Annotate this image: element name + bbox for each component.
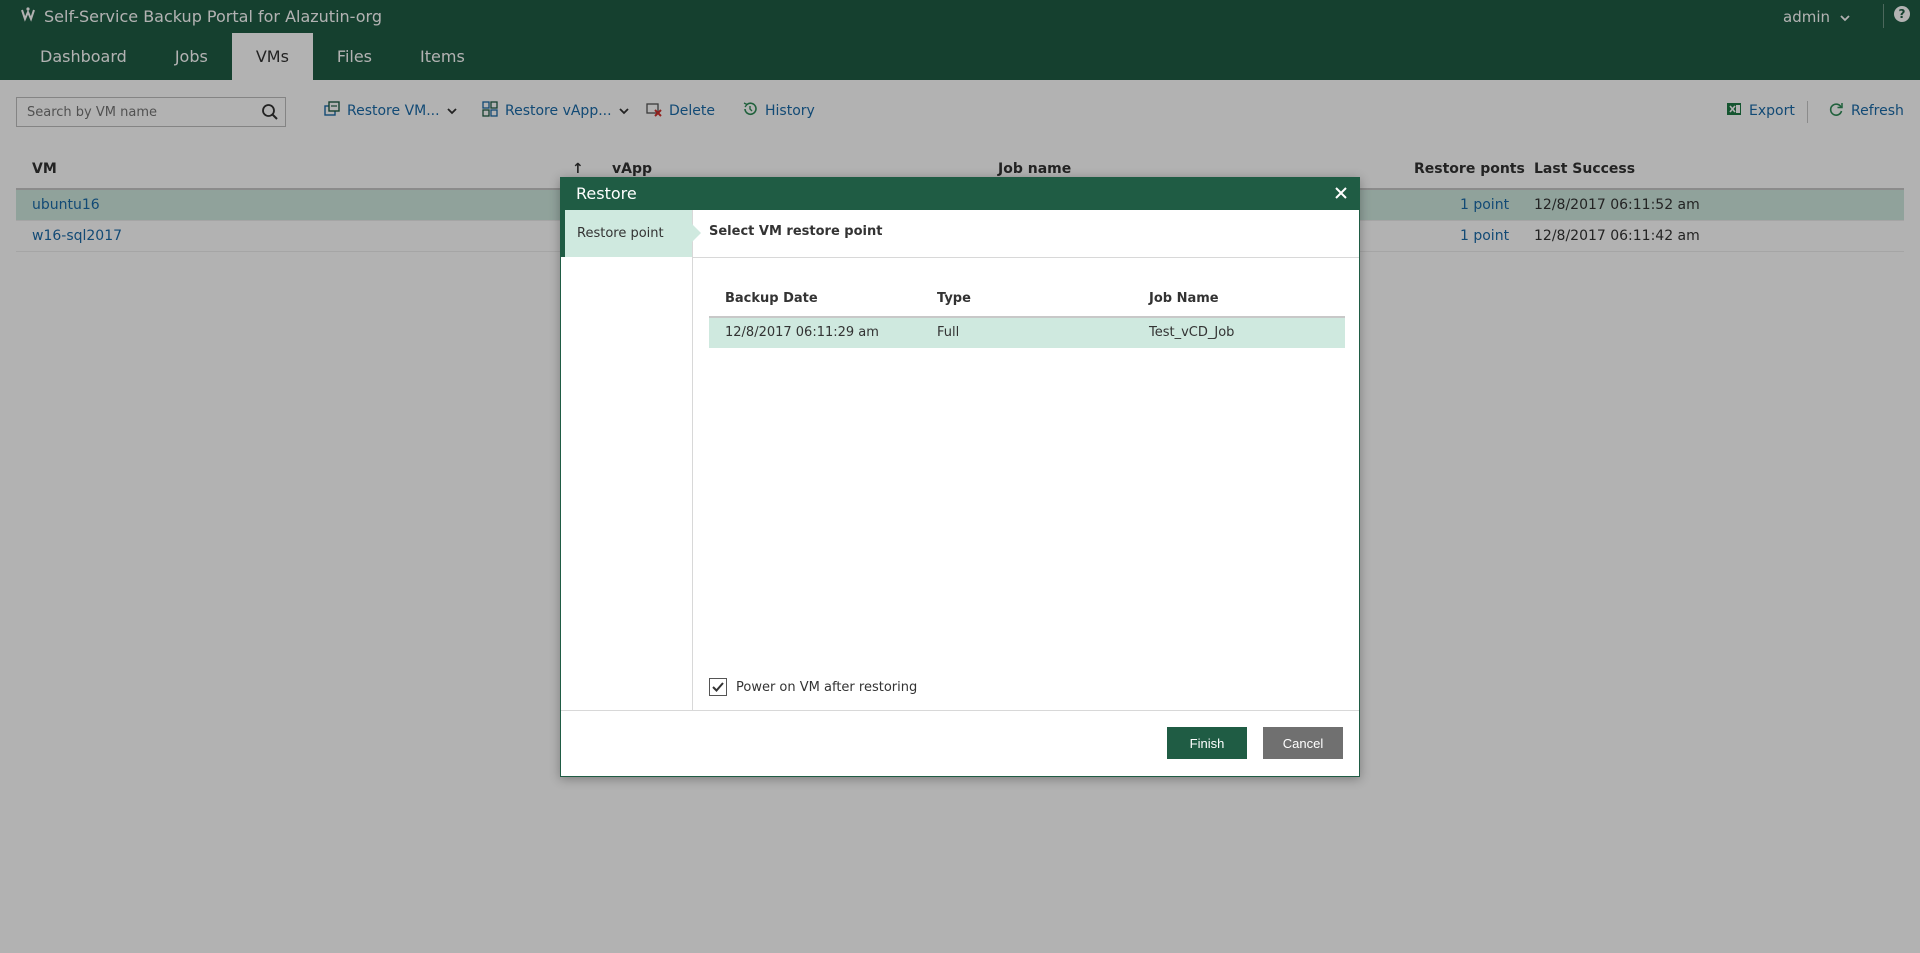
- job-name-cell: Test_vCD_Job: [1149, 325, 1235, 340]
- col-backup-date[interactable]: Backup Date: [725, 291, 818, 306]
- col-job-name[interactable]: Job Name: [1149, 291, 1219, 306]
- backup-date-cell: 12/8/2017 06:11:29 am: [725, 325, 879, 340]
- finish-button[interactable]: Finish: [1167, 727, 1247, 759]
- restore-point-header: Backup Date Type Job Name: [709, 282, 1345, 318]
- step-subtitle: Select VM restore point: [709, 224, 883, 239]
- wizard-steps: Restore point: [561, 210, 701, 710]
- power-on-label: Power on VM after restoring: [736, 679, 918, 695]
- close-icon[interactable]: [1333, 185, 1349, 205]
- type-cell: Full: [937, 325, 960, 340]
- cancel-button[interactable]: Cancel: [1263, 727, 1343, 759]
- power-on-option[interactable]: Power on VM after restoring: [709, 678, 917, 696]
- restore-point-table: Backup Date Type Job Name 12/8/2017 06:1…: [709, 282, 1345, 348]
- col-type[interactable]: Type: [937, 291, 971, 306]
- dialog-footer: Finish Cancel: [561, 710, 1359, 777]
- dialog-header: Restore: [561, 178, 1359, 210]
- dialog-title: Restore: [576, 184, 637, 203]
- step-header: Select VM restore point: [693, 210, 1359, 258]
- power-on-checkbox[interactable]: [709, 678, 727, 696]
- wizard-content: Select VM restore point Backup Date Type…: [693, 210, 1359, 710]
- table-row[interactable]: 12/8/2017 06:11:29 am Full Test_vCD_Job: [709, 318, 1345, 348]
- step-restore-point[interactable]: Restore point: [561, 210, 701, 257]
- restore-dialog: Restore Restore point Select VM restore …: [560, 177, 1360, 777]
